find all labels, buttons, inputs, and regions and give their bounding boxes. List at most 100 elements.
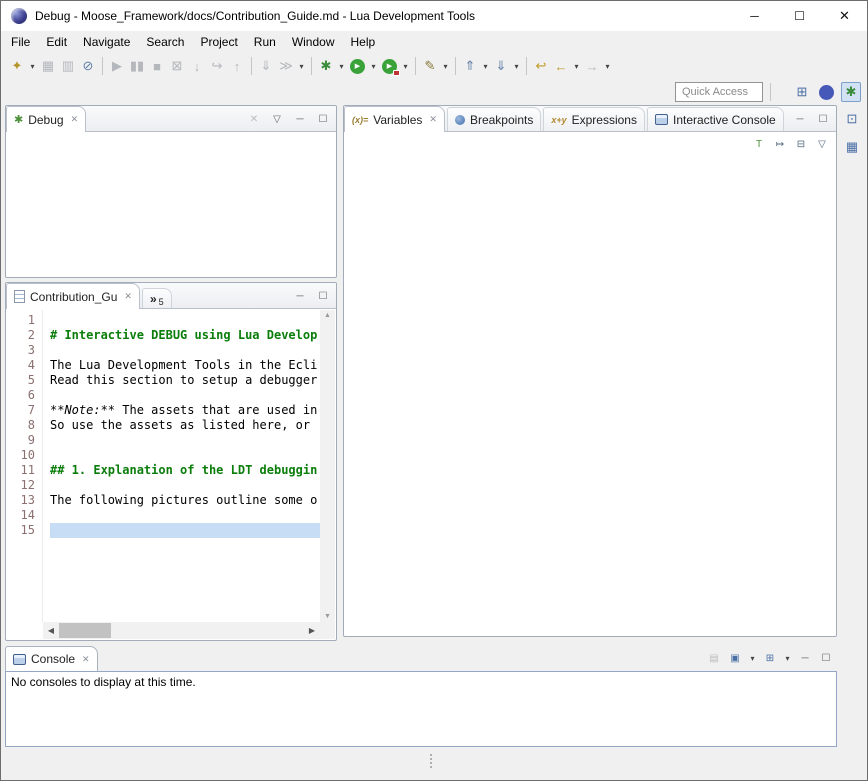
debug-icon[interactable]: ✱ xyxy=(316,56,336,76)
maximize-button[interactable]: ☐ xyxy=(777,1,822,31)
debug-perspective-icon[interactable]: ✱ xyxy=(841,82,861,102)
restore-minimized-view-icon[interactable]: ⊡ xyxy=(842,109,862,129)
menu-help[interactable]: Help xyxy=(343,32,384,52)
close-tab-icon[interactable]: ✕ xyxy=(71,114,79,125)
new-wizard-icon[interactable]: ✦ xyxy=(7,56,27,76)
scroll-down-icon[interactable]: ▼ xyxy=(324,613,331,620)
secondary-toolbar: Quick Access ⊞ ✱ xyxy=(1,79,867,105)
menu-file[interactable]: File xyxy=(3,32,38,52)
scroll-up-icon[interactable]: ▲ xyxy=(324,312,331,319)
horizontal-scrollbar[interactable]: ◀ ▶ xyxy=(43,622,320,639)
minimize-view-icon[interactable]: ─ xyxy=(291,288,309,304)
open-perspective-icon[interactable]: ⊞ xyxy=(792,82,812,102)
editor-line[interactable]: 10 xyxy=(7,448,320,463)
editor-line[interactable]: 7**Note:** The assets that are used in xyxy=(7,403,320,418)
use-step-filters-dropdown[interactable]: ▾ xyxy=(296,56,307,76)
previous-annotation-icon[interactable]: ⇑ xyxy=(460,56,480,76)
editor-line[interactable]: 6 xyxy=(7,388,320,403)
minimize-view-icon[interactable]: ─ xyxy=(291,111,309,127)
debug-view-content[interactable] xyxy=(7,133,335,276)
editor-line[interactable]: 2# Interactive DEBUG using Lua Develop xyxy=(7,328,320,343)
menu-edit[interactable]: Edit xyxy=(38,32,75,52)
tab-variables[interactable]: (x)=Variables✕ xyxy=(344,106,445,132)
chevron-right-icon: » xyxy=(150,292,157,306)
skip-all-breakpoints-icon[interactable]: ⊘ xyxy=(78,56,98,76)
run-icon[interactable]: ▶ xyxy=(350,59,365,74)
close-tab-icon[interactable]: ✕ xyxy=(124,291,132,302)
editor-line[interactable]: 12 xyxy=(7,478,320,493)
outline-view-icon[interactable]: ▦ xyxy=(842,137,862,157)
line-number: 6 xyxy=(7,388,43,403)
editor-line[interactable]: 11## 1. Explanation of the LDT debuggin xyxy=(7,463,320,478)
menu-project[interactable]: Project xyxy=(192,32,245,52)
editor-text-area[interactable]: 12# Interactive DEBUG using Lua Develop3… xyxy=(7,313,320,622)
quick-access-box[interactable]: Quick Access xyxy=(675,82,763,102)
minimize-button[interactable]: ─ xyxy=(732,1,777,31)
scroll-left-icon[interactable]: ◀ xyxy=(43,626,59,635)
close-tab-icon[interactable]: ✕ xyxy=(82,654,90,665)
view-menu-icon[interactable]: ▽ xyxy=(268,111,286,127)
next-annotation-icon[interactable]: ⇓ xyxy=(491,56,511,76)
view-menu-icon[interactable]: ▽ xyxy=(813,136,831,152)
editor-line[interactable]: 8So use the assets as listed here, or xyxy=(7,418,320,433)
editor-tab-overflow[interactable]: »5 xyxy=(142,288,172,308)
external-tools-icon[interactable]: ▶ xyxy=(382,59,397,74)
editor-line[interactable]: 3 xyxy=(7,343,320,358)
search-dropdown[interactable]: ▾ xyxy=(440,56,451,76)
editor-line[interactable]: 5Read this section to setup a debugger xyxy=(7,373,320,388)
search-icon[interactable]: ✎ xyxy=(420,56,440,76)
sash-grip[interactable] xyxy=(430,754,432,768)
editor-line[interactable]: 15 xyxy=(7,523,320,538)
perspective-separator xyxy=(770,83,771,101)
menu-window[interactable]: Window xyxy=(284,32,343,52)
tab-contribution-guide[interactable]: Contribution_Gu ✕ xyxy=(6,283,140,309)
debug-view-tab-bar: ✱ Debug ✕ ✕ ▽ ─ ☐ xyxy=(6,106,336,132)
lua-perspective-icon[interactable] xyxy=(819,85,834,100)
run-dropdown[interactable]: ▾ xyxy=(368,56,379,76)
next-annotation-dropdown[interactable]: ▾ xyxy=(511,56,522,76)
last-edit-location-icon[interactable]: ↩ xyxy=(531,56,551,76)
tab-expressions[interactable]: x+yExpressions xyxy=(543,107,645,131)
editor-body[interactable]: 12# Interactive DEBUG using Lua Develop3… xyxy=(7,310,335,639)
display-selected-console-dropdown[interactable]: ▾ xyxy=(747,650,758,666)
external-tools-dropdown[interactable]: ▾ xyxy=(400,56,411,76)
editor-line[interactable]: 14 xyxy=(7,508,320,523)
editor-line[interactable]: 13The following pictures outline some o xyxy=(7,493,320,508)
editor-line[interactable]: 1 xyxy=(7,313,320,328)
tab-debug[interactable]: ✱ Debug ✕ xyxy=(6,106,86,132)
show-logical-structures-icon[interactable]: ↦ xyxy=(771,136,789,152)
minimize-view-icon[interactable]: ─ xyxy=(791,111,809,127)
maximize-view-icon[interactable]: ☐ xyxy=(314,288,332,304)
maximize-view-icon[interactable]: ☐ xyxy=(814,111,832,127)
variables-content[interactable]: T↦⊟▽ xyxy=(345,133,835,635)
menu-navigate[interactable]: Navigate xyxy=(75,32,138,52)
previous-annotation-dropdown[interactable]: ▾ xyxy=(480,56,491,76)
close-button[interactable]: ✕ xyxy=(822,1,867,31)
collapse-all-icon[interactable]: ⊟ xyxy=(792,136,810,152)
maximize-view-icon[interactable]: ☐ xyxy=(314,111,332,127)
console-content[interactable]: No consoles to display at this time. xyxy=(5,671,837,747)
minimize-view-icon[interactable]: ─ xyxy=(796,650,814,666)
menu-search[interactable]: Search xyxy=(138,32,192,52)
open-console-icon[interactable]: ⊞ xyxy=(761,650,779,666)
open-console-dropdown[interactable]: ▾ xyxy=(782,650,793,666)
back-icon[interactable]: ← xyxy=(551,56,571,76)
scroll-right-icon[interactable]: ▶ xyxy=(304,626,320,635)
display-selected-console-icon[interactable]: ▣ xyxy=(726,650,744,666)
back-dropdown[interactable]: ▾ xyxy=(571,56,582,76)
tab-breakpoints[interactable]: Breakpoints xyxy=(447,107,541,131)
scrollbar-thumb[interactable] xyxy=(59,623,111,638)
line-number: 5 xyxy=(7,373,43,388)
tab-console[interactable]: Console ✕ xyxy=(5,646,98,671)
maximize-view-icon[interactable]: ☐ xyxy=(817,650,835,666)
close-tab-icon[interactable]: ✕ xyxy=(429,114,437,125)
menu-run[interactable]: Run xyxy=(246,32,284,52)
new-wizard-dropdown[interactable]: ▾ xyxy=(27,56,38,76)
forward-dropdown[interactable]: ▾ xyxy=(602,56,613,76)
vertical-scrollbar[interactable]: ▲ ▼ xyxy=(320,310,335,622)
editor-line[interactable]: 4The Lua Development Tools in the Ecli xyxy=(7,358,320,373)
debug-dropdown[interactable]: ▾ xyxy=(336,56,347,76)
tab-interactive-console[interactable]: Interactive Console xyxy=(647,107,784,131)
show-type-names-icon[interactable]: T xyxy=(750,136,768,152)
editor-line[interactable]: 9 xyxy=(7,433,320,448)
